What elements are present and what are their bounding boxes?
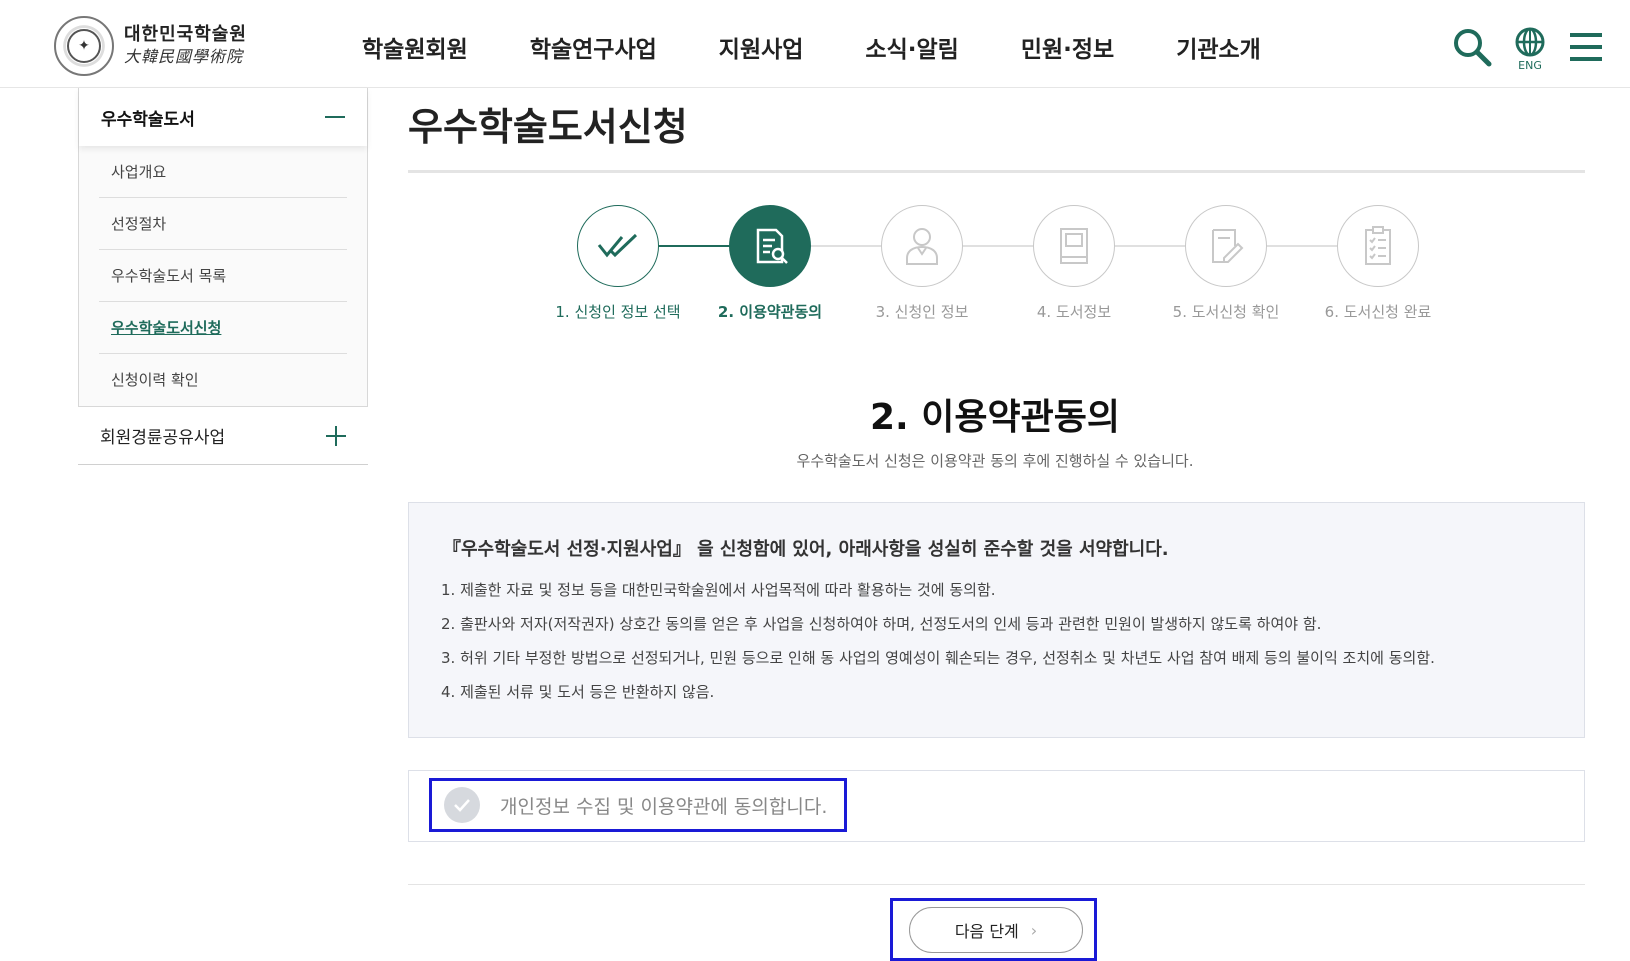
terms-item: 2. 출판사와 저자(저작권자) 상호간 동의를 얻은 후 사업을 신청하여야 …	[441, 615, 1322, 633]
header-utilities: ENG	[1430, 26, 1604, 72]
sidebar-group-label: 우수학술도서	[101, 109, 195, 130]
collapse-minus-icon	[325, 116, 345, 118]
agree-label: 개인정보 수집 및 이용약관에 동의합니다.	[500, 795, 828, 818]
step-1: 1. 신청인 정보 선택	[548, 205, 688, 322]
section-title-wrap: 2. 이용약관동의	[0, 388, 1630, 440]
document-search-icon	[729, 205, 811, 287]
book-icon	[1033, 205, 1115, 287]
page-title: 우수학술도서신청	[408, 105, 688, 149]
nav-item-news[interactable]: 소식·알림	[865, 30, 958, 64]
step-label: 2. 이용약관동의	[717, 303, 823, 321]
step-label: 6. 도서신청 완료	[1324, 303, 1432, 321]
site-header: ✦ 대한민국학술원 大韓民國學術院 학술원회원 학술연구사업 지원사업 소식·알…	[0, 0, 1630, 88]
eng-label: ENG	[1518, 59, 1542, 72]
double-check-icon	[577, 205, 659, 287]
step-label: 5. 도서신청 확인	[1172, 303, 1280, 321]
title-divider	[408, 170, 1585, 173]
check-icon	[444, 787, 480, 823]
sidebar-item-procedure[interactable]: 선정절차	[99, 198, 347, 250]
main-nav: 학술원회원 학술연구사업 지원사업 소식·알림 민원·정보 기관소개	[362, 30, 1323, 64]
nav-item-members[interactable]: 학술원회원	[362, 30, 468, 64]
next-step-button[interactable]: 다음 단계 ›	[909, 907, 1083, 953]
globe-icon	[1515, 27, 1545, 57]
terms-heading: 『우수학술도서 선정·지원사업』 을 신청함에 있어, 아래사항을 성실히 준수…	[443, 539, 1169, 560]
section-title: 2. 이용약관동의	[870, 397, 1120, 438]
step-2: 2. 이용약관동의	[700, 205, 840, 322]
chevron-right-icon: ›	[1030, 920, 1038, 940]
sidebar-group-header[interactable]: 우수학술도서	[79, 88, 367, 146]
nav-item-support[interactable]: 지원사업	[719, 30, 804, 64]
terms-item: 1. 제출한 자료 및 정보 등을 대한민국학술원에서 사업목적에 따라 활용하…	[441, 581, 996, 599]
logo-hanja-text: 大韓民國學術院	[124, 47, 244, 66]
terms-item: 4. 제출된 서류 및 도서 등은 반환하지 않음.	[441, 683, 715, 701]
terms-item: 3. 허위 기타 부정한 방법으로 선정되거나, 민원 등으로 인해 동 사업의…	[441, 649, 1435, 667]
nav-item-civil[interactable]: 민원·정보	[1021, 30, 1114, 64]
clipboard-check-icon	[1337, 205, 1419, 287]
agree-box: 개인정보 수집 및 이용약관에 동의합니다.	[408, 770, 1585, 842]
next-step-label: 다음 단계	[954, 922, 1019, 941]
step-6: 6. 도서신청 완료	[1308, 205, 1448, 322]
agree-checkbox[interactable]: 개인정보 수집 및 이용약관에 동의합니다.	[429, 778, 847, 832]
next-button-highlight: 다음 단계 ›	[890, 898, 1097, 961]
sidebar-group-excellent-books: 우수학술도서 사업개요 선정절차 우수학술도서 목록 우수학술도서신청 신청이력…	[78, 88, 368, 407]
menu-icon[interactable]	[1568, 30, 1604, 68]
sidebar-item-application[interactable]: 우수학술도서신청	[99, 302, 347, 354]
academy-seal-icon: ✦	[54, 16, 114, 76]
step-3: 3. 신청인 정보	[852, 205, 992, 322]
step-label: 3. 신청인 정보	[875, 303, 969, 321]
logo-korean-text: 대한민국학술원	[124, 24, 247, 45]
step-label: 4. 도서정보	[1036, 303, 1112, 321]
nav-item-research[interactable]: 학술연구사업	[530, 30, 657, 64]
document-edit-icon	[1185, 205, 1267, 287]
language-button[interactable]: ENG	[1514, 26, 1546, 72]
section-description: 우수학술도서 신청은 이용약관 동의 후에 진행하실 수 있습니다.	[796, 452, 1194, 470]
bottom-divider	[408, 884, 1585, 885]
step-progress: 1. 신청인 정보 선택 2. 이용약관동의 3. 신청인 정보 4. 도서정보…	[548, 205, 1448, 325]
nav-item-about[interactable]: 기관소개	[1176, 30, 1261, 64]
sidebar-item-book-list[interactable]: 우수학술도서 목록	[99, 250, 347, 302]
terms-box: 『우수학술도서 선정·지원사업』 을 신청함에 있어, 아래사항을 성실히 준수…	[408, 502, 1585, 738]
sidebar-submenu: 사업개요 선정절차 우수학술도서 목록 우수학술도서신청 신청이력 확인	[79, 146, 367, 406]
step-4: 4. 도서정보	[1004, 205, 1144, 322]
search-icon[interactable]	[1452, 27, 1492, 71]
sidebar-item-overview[interactable]: 사업개요	[99, 146, 347, 198]
step-5: 5. 도서신청 확인	[1156, 205, 1296, 322]
site-logo[interactable]: ✦ 대한민국학술원 大韓民國學術院	[54, 16, 247, 76]
step-label: 1. 신청인 정보 선택	[555, 303, 681, 321]
person-icon	[881, 205, 963, 287]
